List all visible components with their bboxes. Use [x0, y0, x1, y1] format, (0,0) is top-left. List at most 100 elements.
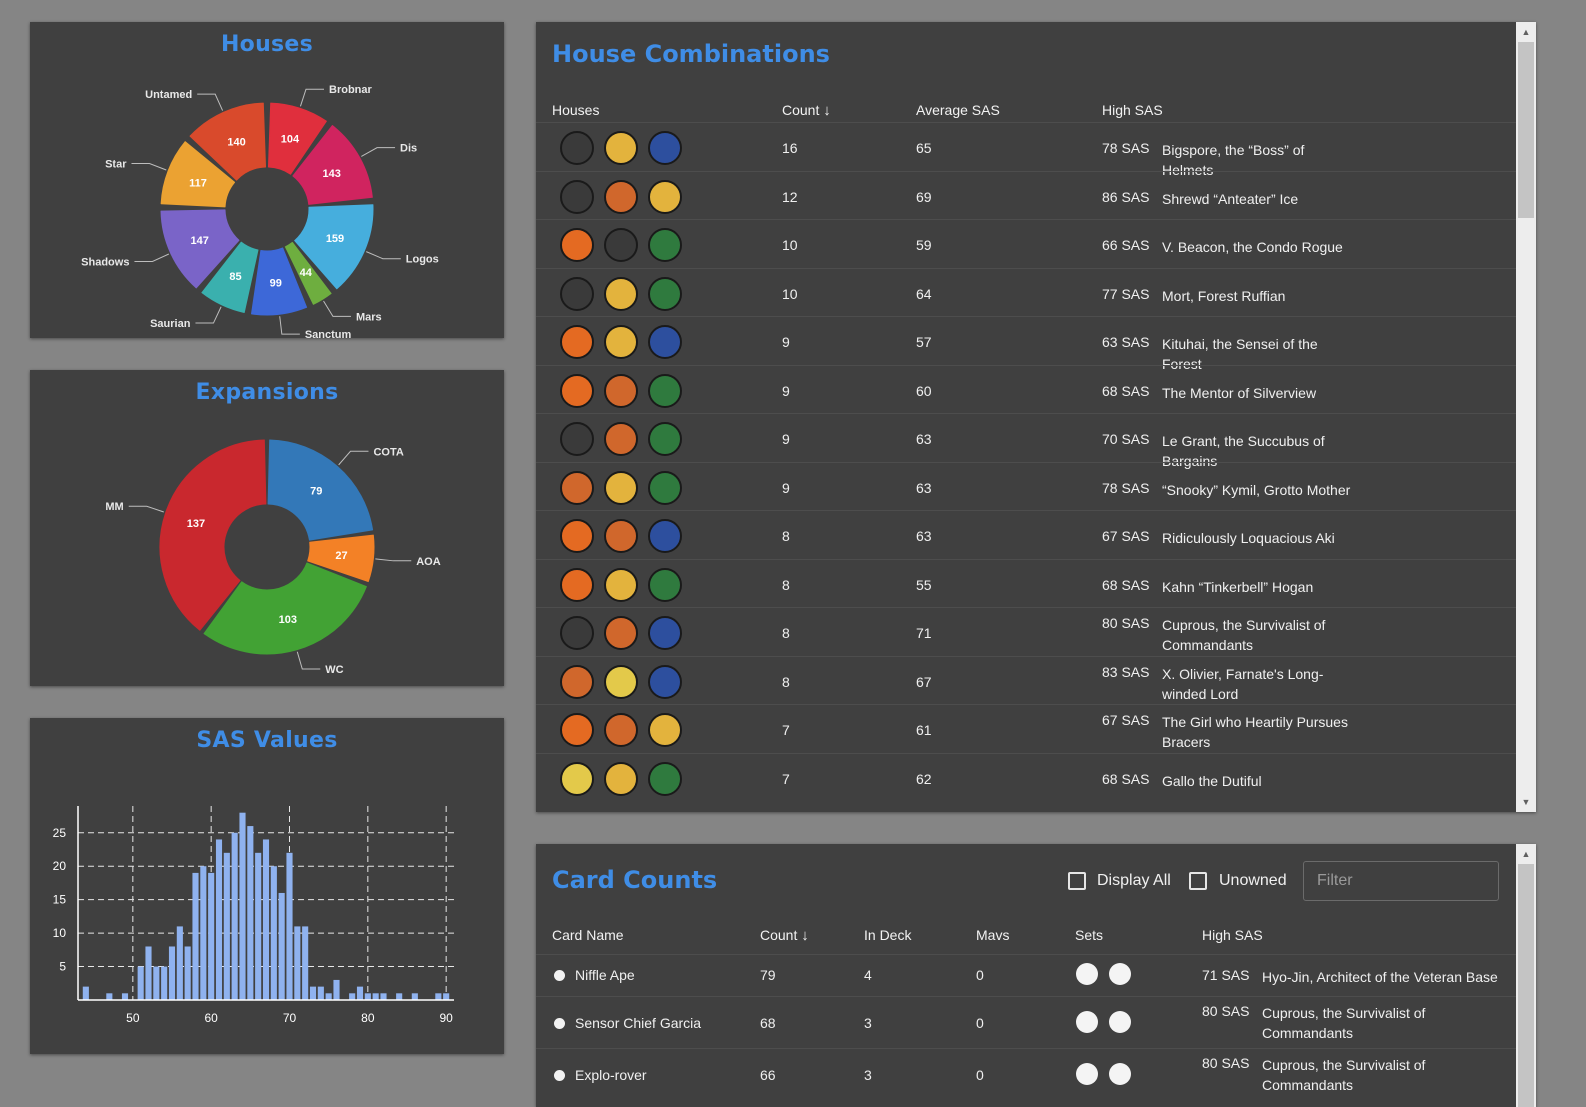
histogram-bar[interactable]: [200, 866, 207, 1000]
histogram-bar[interactable]: [145, 946, 152, 1000]
col-sets[interactable]: Sets: [1075, 927, 1103, 943]
histogram-bar[interactable]: [364, 993, 371, 1000]
histogram-bar[interactable]: [192, 872, 199, 1000]
house-combination-row[interactable]: 8 67 83 SAS X. Olivier, Farnate's Long-wind…: [536, 655, 1516, 705]
combo-deck-link[interactable]: “Snooky” Kymil, Grotto Mother: [1162, 480, 1352, 500]
scrollbar-thumb[interactable]: [1518, 864, 1534, 1107]
histogram-bar[interactable]: [349, 993, 356, 1000]
col-average-sas[interactable]: Average SAS: [916, 102, 1000, 118]
col-houses[interactable]: Houses: [552, 102, 599, 118]
display-all-label[interactable]: Display All: [1097, 872, 1171, 890]
combo-deck-link[interactable]: Shrewd “Anteater” Ice: [1162, 189, 1352, 209]
col-high-sas[interactable]: High SAS: [1102, 102, 1163, 118]
histogram-bar[interactable]: [286, 852, 293, 1000]
card-deck-link[interactable]: Hyo-Jin, Architect of the Veteran Base: [1262, 967, 1512, 987]
histogram-bar[interactable]: [255, 852, 262, 1000]
histogram-bar[interactable]: [380, 993, 387, 1000]
card-deck-link[interactable]: Cuprous, the Survivalist of Commandants: [1262, 1055, 1452, 1095]
histogram-bar[interactable]: [317, 986, 324, 1000]
card-count-row[interactable]: Niffle Ape 79 4 0 71 SAS Hyo-Jin, Architect o…: [536, 954, 1516, 996]
house-combinations-scrollbar[interactable]: ▲ ▼: [1516, 22, 1536, 812]
unowned-checkbox[interactable]: [1189, 872, 1207, 890]
histogram-bar[interactable]: [325, 993, 332, 1000]
combo-count: 12: [782, 188, 798, 205]
combo-count: 9: [782, 334, 790, 350]
histogram-bar[interactable]: [215, 839, 223, 1000]
house-combination-row[interactable]: 10 59 66 SAS V. Beacon, the Condo Rogue: [536, 219, 1516, 268]
combo-deck-link[interactable]: Ridiculously Loquacious Aki: [1162, 528, 1352, 548]
histogram-bar[interactable]: [106, 993, 113, 1000]
col-card-count[interactable]: Count ↓: [760, 927, 809, 944]
display-all-checkbox[interactable]: [1068, 872, 1086, 890]
histogram-bar[interactable]: [161, 966, 168, 1000]
card-count-row[interactable]: Sensor Chief Garcia 68 3 0 80 SAS Cuprous, th…: [536, 996, 1516, 1048]
col-mavs[interactable]: Mavs: [976, 927, 1009, 943]
histogram-bar[interactable]: [168, 946, 176, 1000]
house-combination-row[interactable]: 8 63 67 SAS Ridiculously Loquacious Aki: [536, 510, 1516, 559]
combo-deck-link[interactable]: The Mentor of Silverview: [1162, 383, 1352, 403]
histogram-bar[interactable]: [396, 993, 403, 1000]
card-deck-link[interactable]: Cuprous, the Survivalist of Commandants: [1262, 1003, 1452, 1043]
col-card-high-sas[interactable]: High SAS: [1202, 927, 1263, 943]
scroll-up-arrow-icon[interactable]: ▲: [1516, 846, 1536, 862]
histogram-bar[interactable]: [184, 946, 191, 1000]
scroll-up-arrow-icon[interactable]: ▲: [1516, 24, 1536, 40]
histogram-bar[interactable]: [372, 993, 379, 1000]
histogram-bar[interactable]: [153, 966, 160, 1000]
histogram-bar[interactable]: [333, 979, 340, 1000]
y-tick-label: 5: [59, 960, 66, 974]
house-combination-row[interactable]: 9 63 70 SAS Le Grant, the Succubus of Barga…: [536, 413, 1516, 469]
house-combination-row[interactable]: 9 63 78 SAS “Snooky” Kymil, Grotto Mother: [536, 461, 1516, 511]
histogram-bar[interactable]: [176, 926, 183, 1000]
house-combination-row[interactable]: 9 57 63 SAS Kituhai, the Sensei of the Fore…: [536, 316, 1516, 372]
house-untamed-icon: [648, 373, 682, 408]
scroll-down-arrow-icon[interactable]: ▼: [1516, 794, 1536, 810]
house-star-alliance-icon: [648, 131, 682, 165]
house-combination-row[interactable]: 12 69 86 SAS Shrewd “Anteater” Ice: [536, 170, 1516, 220]
house-combination-row[interactable]: 8 71 80 SAS Cuprous, the Survivalist of Com…: [536, 607, 1516, 656]
histogram-bar[interactable]: [239, 812, 246, 1000]
house-combination-row[interactable]: 16 65 78 SAS Bigspore, the “Boss” of Helmet…: [536, 122, 1516, 178]
house-combination-row[interactable]: 7 62 68 SAS Gallo the Dutiful: [536, 752, 1516, 802]
histogram-bar[interactable]: [270, 866, 277, 1000]
house-combination-row[interactable]: 10 64 77 SAS Mort, Forest Ruffian: [536, 267, 1516, 317]
filter-input[interactable]: Filter: [1303, 861, 1499, 901]
histogram-bar[interactable]: [121, 993, 129, 1000]
combo-deck-link[interactable]: X. Olivier, Farnate's Long-winded Lord: [1162, 664, 1352, 704]
histogram-bar[interactable]: [356, 986, 364, 1000]
histogram-bar[interactable]: [137, 966, 144, 1000]
histogram-bar[interactable]: [435, 993, 442, 1000]
card-name-link[interactable]: Niffle Ape: [575, 967, 635, 983]
combo-deck-link[interactable]: Cuprous, the Survivalist of Commandants: [1162, 615, 1352, 655]
histogram-bar[interactable]: [309, 986, 317, 1000]
histogram-bar[interactable]: [278, 892, 285, 1000]
scrollbar-thumb[interactable]: [1518, 42, 1534, 218]
histogram-bar[interactable]: [443, 993, 450, 1000]
histogram-bar[interactable]: [302, 926, 309, 1000]
combo-deck-link[interactable]: Kahn “Tinkerbell” Hogan: [1162, 577, 1352, 597]
card-name-link[interactable]: Sensor Chief Garcia: [575, 1015, 701, 1031]
combo-deck-link[interactable]: Gallo the Dutiful: [1162, 771, 1352, 791]
combo-deck-link[interactable]: The Girl who Heartily Pursues Bracers: [1162, 712, 1352, 752]
histogram-bar[interactable]: [231, 832, 238, 1000]
histogram-bar[interactable]: [208, 872, 215, 1000]
house-combination-row[interactable]: 9 60 68 SAS The Mentor of Silverview: [536, 364, 1516, 414]
histogram-bar[interactable]: [411, 993, 418, 1000]
histogram-bar[interactable]: [82, 986, 89, 1000]
card-name-link[interactable]: Explo-rover: [575, 1067, 647, 1083]
card-counts-scrollbar[interactable]: ▲: [1516, 844, 1536, 1107]
histogram-bar[interactable]: [262, 839, 270, 1000]
combo-deck-link[interactable]: Mort, Forest Ruffian: [1162, 286, 1352, 306]
combo-deck-link[interactable]: V. Beacon, the Condo Rogue: [1162, 237, 1352, 257]
histogram-bar[interactable]: [247, 826, 254, 1000]
unowned-label[interactable]: Unowned: [1219, 872, 1287, 890]
house-combination-row[interactable]: 7 61 67 SAS The Girl who Heartily Pursues B…: [536, 704, 1516, 753]
col-card-name[interactable]: Card Name: [552, 927, 624, 943]
slice-leader-line: [375, 558, 412, 562]
histogram-bar[interactable]: [294, 926, 301, 1000]
card-count-row[interactable]: Explo-rover 66 3 0 80 SAS Cuprous, the Surviv…: [536, 1048, 1516, 1100]
histogram-bar[interactable]: [223, 852, 230, 1000]
col-count[interactable]: Count ↓: [782, 102, 831, 119]
house-combination-row[interactable]: 8 55 68 SAS Kahn “Tinkerbell” Hogan: [536, 558, 1516, 608]
col-in-deck[interactable]: In Deck: [864, 927, 911, 943]
